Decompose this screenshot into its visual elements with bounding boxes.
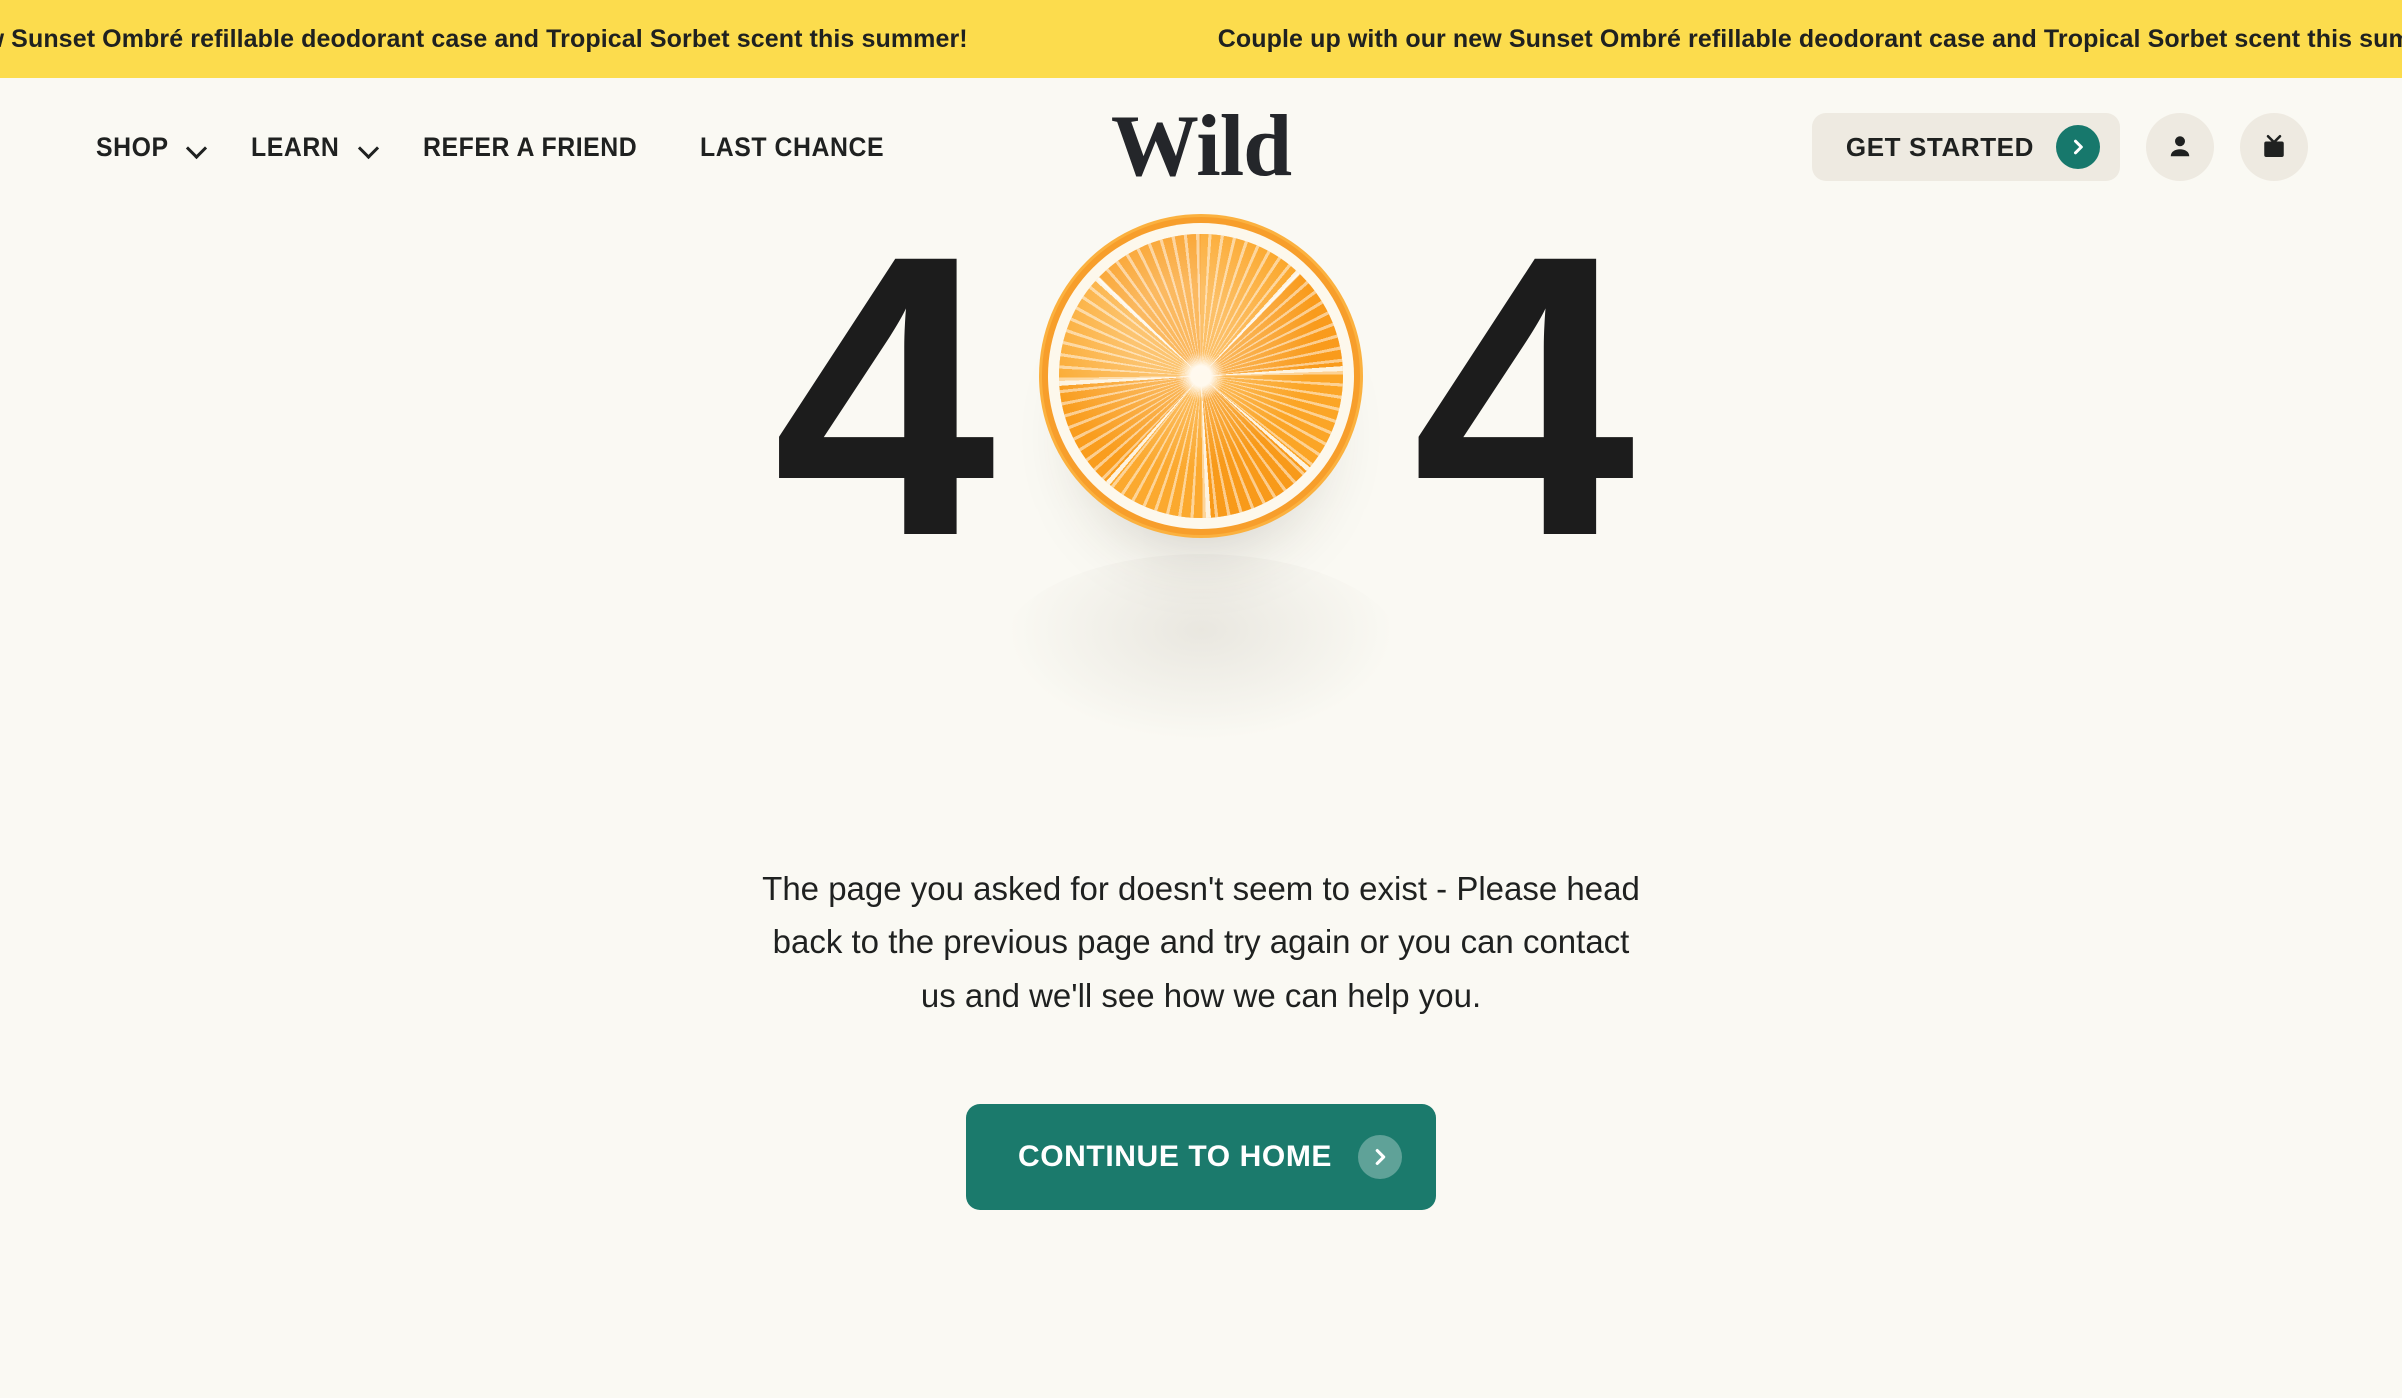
continue-to-home-button[interactable]: CONTINUE TO HOME [965,1104,1437,1211]
error-digit-right: 4 [1412,172,1635,619]
basket-button[interactable] [2240,113,2308,181]
chevron-down-icon [359,141,379,153]
error-message: The page you asked for doesn't seem to e… [762,870,1640,1014]
site-header: SHOP LEARN REFER A FRIEND LAST CHANCE Wi… [0,78,2402,216]
basket-icon [2259,132,2289,162]
logo-text: Wild [1110,98,1292,195]
announcement-message: Couple up with our new Sunset Ombré refi… [1217,24,2402,53]
error-digit-left: 4 [773,172,995,619]
header-actions: GET STARTED [1202,113,2308,181]
user-icon [2165,132,2195,162]
announcement-bar: Couple up with our new Sunset Ombré refi… [0,0,2402,78]
announcement-marquee-track: Couple up with our new Sunset Ombré refi… [0,25,2402,54]
nav-item-last-chance[interactable]: LAST CHANCE [700,132,900,163]
orange-slice-image [1059,234,1343,518]
chevron-down-icon [187,141,207,153]
nav-item-label: SHOP [96,131,169,162]
account-button[interactable] [2146,113,2214,181]
nav-item-label: REFER A FRIEND [422,131,638,162]
nav-item-shop[interactable]: SHOP [96,132,207,163]
site-logo[interactable]: Wild [1110,98,1292,195]
nav-item-label: LAST CHANCE [699,131,884,162]
get-started-label: GET STARTED [1845,131,2034,162]
nav-item-learn[interactable]: LEARN [251,132,379,163]
get-started-button[interactable]: GET STARTED [1811,113,2120,181]
graphic-shadow [1001,554,1401,744]
error-code-graphic: 4 4 [771,172,1635,784]
continue-to-home-label: CONTINUE TO HOME [1017,1140,1333,1174]
chevron-right-icon [2056,125,2100,169]
nav-item-label: LEARN [250,131,340,162]
announcement-message: Couple up with our new Sunset Ombré refi… [0,24,968,53]
nav-item-refer-a-friend[interactable]: REFER A FRIEND [423,132,656,163]
primary-navigation: SHOP LEARN REFER A FRIEND LAST CHANCE [96,132,1202,163]
error-page-main: 4 4 The page you asked for doesn't seem … [0,172,2402,1211]
chevron-right-icon [1358,1135,1403,1180]
